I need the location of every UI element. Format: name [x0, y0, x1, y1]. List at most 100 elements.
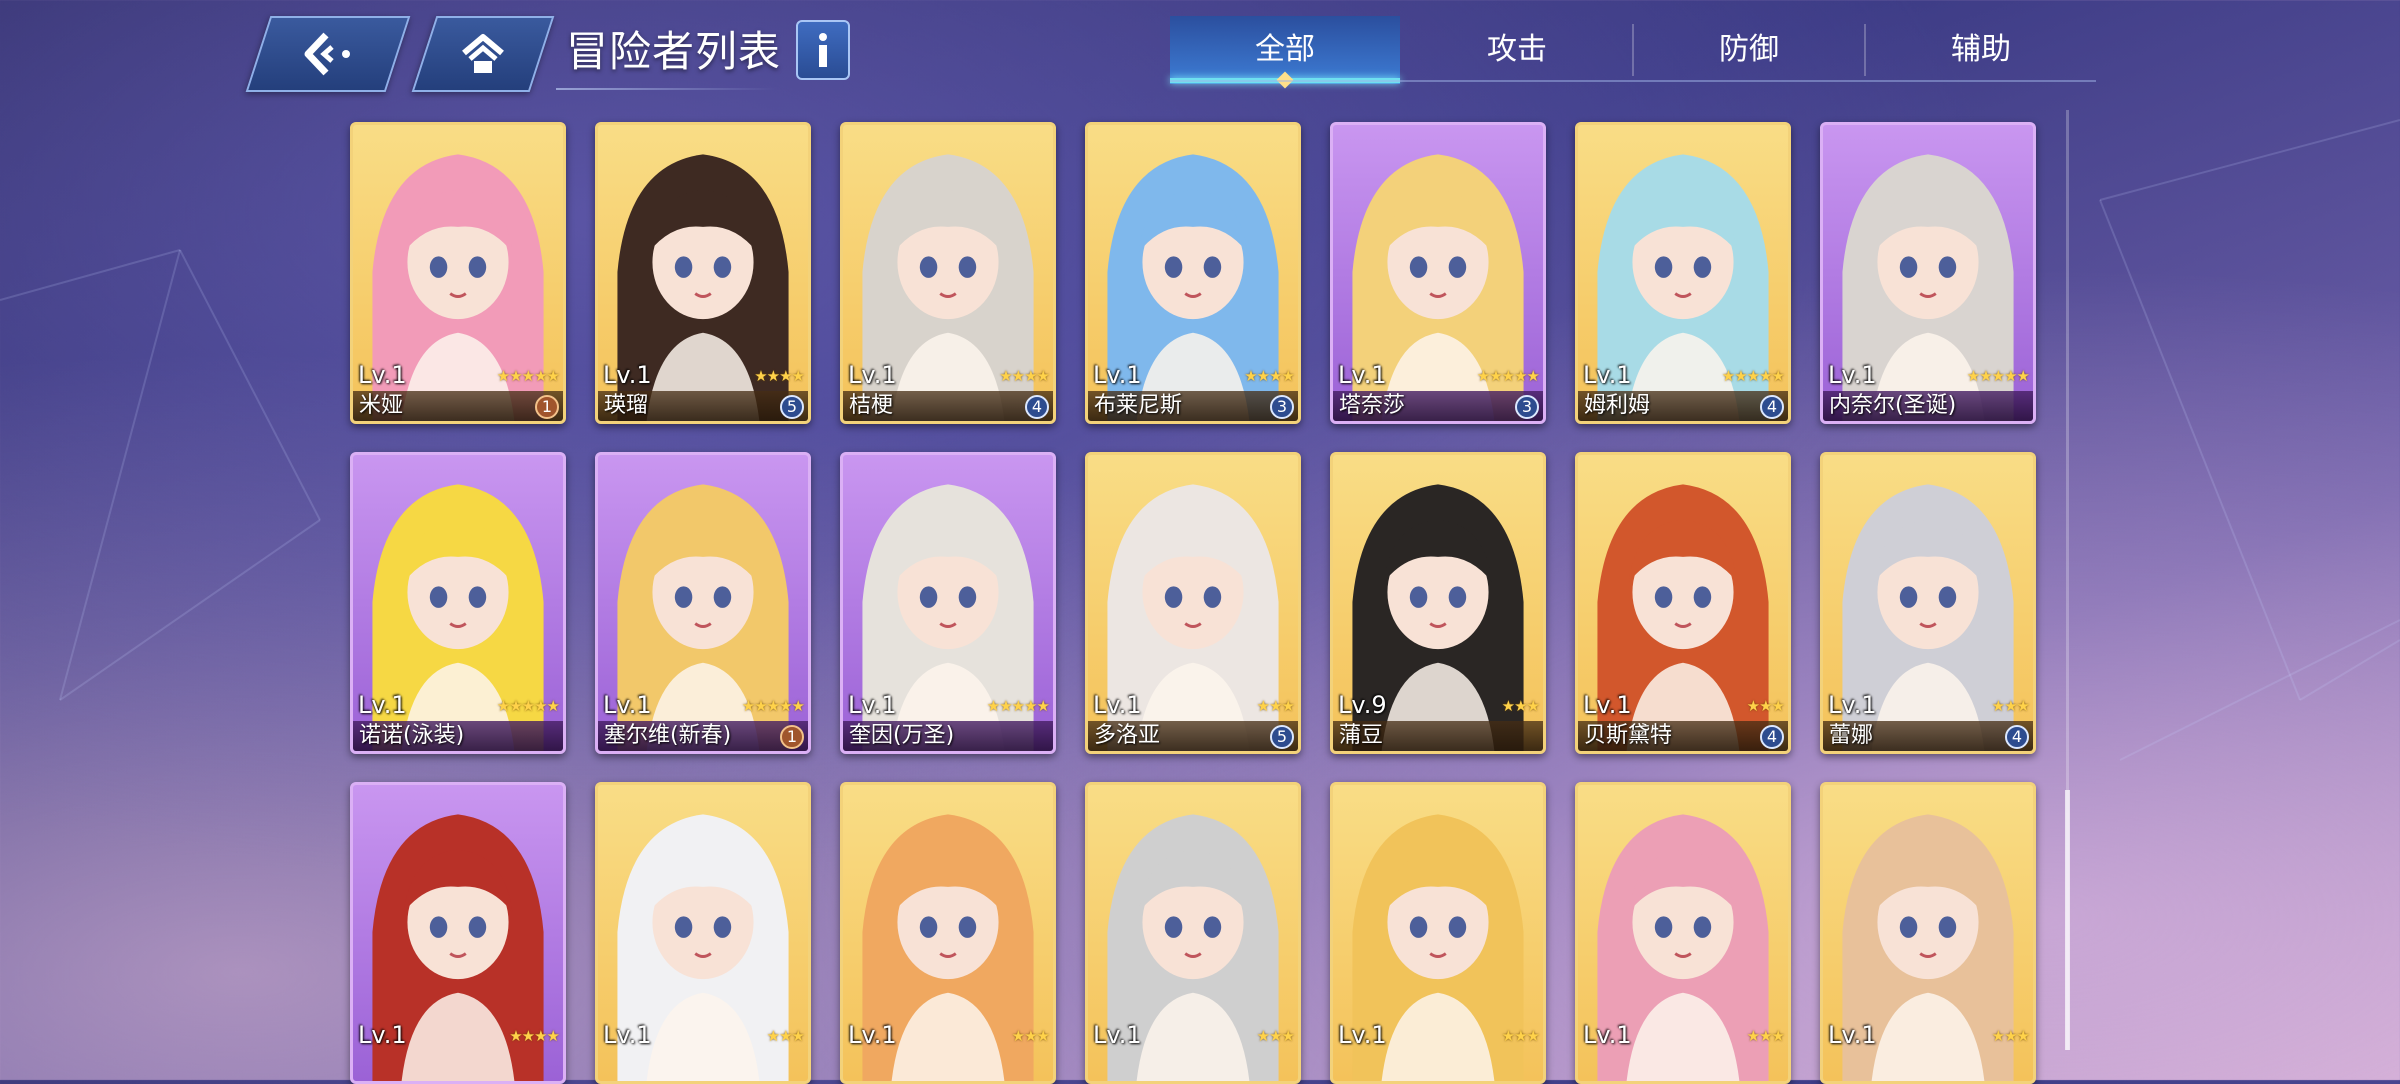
rank-badge: 4 — [1760, 395, 1784, 419]
adventurer-level: Lv.1 — [1828, 361, 1877, 389]
tabs-baseline — [1170, 80, 2096, 82]
scrollbar-thumb[interactable] — [2065, 790, 2070, 1050]
star-rating: ★★★★★ — [496, 697, 560, 715]
adventurer-card[interactable]: Lv.1 ★★★★★ 塔奈莎 3 — [1330, 122, 1546, 424]
rank-badge: 4 — [1760, 725, 1784, 749]
adventurer-level: Lv.1 — [1093, 1021, 1142, 1049]
tab-attack[interactable]: 攻击 — [1402, 16, 1632, 84]
adventurer-card[interactable]: Lv.1 ★★★★★ 塞尔维(新春) 1 — [595, 452, 811, 754]
star-rating: ★★★★★ — [986, 697, 1050, 715]
adventurer-card[interactable]: Lv.1 ★★★ — [1085, 782, 1301, 1084]
adventurer-level: Lv.1 — [848, 1021, 897, 1049]
rank-badge: 5 — [1270, 725, 1294, 749]
title-underline — [556, 88, 776, 90]
back-arrow-icon — [304, 32, 350, 76]
adventurer-level: Lv.1 — [603, 361, 652, 389]
adventurer-card[interactable]: Lv.1 ★★★★★ 内奈尔(圣诞) — [1820, 122, 2036, 424]
page-title: 冒险者列表 — [566, 27, 782, 76]
adventurer-card[interactable]: Lv.1 ★★★ — [840, 782, 1056, 1084]
adventurer-level: Lv.1 — [1583, 691, 1632, 719]
rank-badge: 4 — [2005, 725, 2029, 749]
adventurer-card[interactable]: Lv.1 ★★★★★ 诺诺(泳装) — [350, 452, 566, 754]
adventurer-card[interactable]: Lv.1 ★★★★★ 姆利姆 4 — [1575, 122, 1791, 424]
adventurer-card[interactable]: Lv.1 ★★★ 多洛亚 5 — [1085, 452, 1301, 754]
adventurer-level: Lv.1 — [603, 1021, 652, 1049]
adventurer-level: Lv.1 — [358, 1021, 407, 1049]
tab-all[interactable]: 全部 — [1170, 16, 1400, 89]
star-rating: ★★★★★ — [1721, 367, 1785, 385]
adventurer-grid: Lv.1 ★★★★★ 米娅 1 Lv.1 ★★★★ 瑛瑠 5 Lv.1 ★★★★ 桔梗 4 Lv.1 ★★… — [350, 122, 2040, 1084]
star-rating: ★★★★ — [1244, 367, 1295, 385]
star-rating: ★★★★★ — [1966, 367, 2030, 385]
star-rating: ★★★ — [1746, 697, 1785, 715]
star-rating: ★★★ — [1746, 1027, 1785, 1045]
adventurer-name: 米娅 — [359, 393, 404, 418]
star-rating: ★★★ — [1501, 1027, 1540, 1045]
adventurer-card[interactable]: Lv.1 ★★★ 蕾娜 4 — [1820, 452, 2036, 754]
adventurer-card[interactable]: Lv.1 ★★★★ 瑛瑠 5 — [595, 122, 811, 424]
star-rating: ★★★ — [1501, 697, 1540, 715]
rank-badge: 4 — [1025, 395, 1049, 419]
adventurer-name: 贝斯黛特 — [1584, 723, 1673, 748]
adventurer-card[interactable]: Lv.1 ★★★★ — [350, 782, 566, 1084]
star-rating: ★★★★ — [509, 1027, 560, 1045]
adventurer-level: Lv.1 — [1583, 1021, 1632, 1049]
adventurer-name: 蕾娜 — [1829, 723, 1874, 748]
rank-badge: 1 — [780, 725, 804, 749]
category-tabs: 全部 攻击 防御 辅助 — [1170, 16, 2096, 89]
rank-badge: 1 — [535, 395, 559, 419]
adventurer-level: Lv.1 — [1093, 361, 1142, 389]
adventurer-card[interactable]: Lv.1 ★★★★ 布莱尼斯 3 — [1085, 122, 1301, 424]
tab-label: 辅助 — [1951, 32, 2011, 67]
adventurer-card[interactable]: Lv.1 ★★★★★ 米娅 1 — [350, 122, 566, 424]
adventurer-level: Lv.1 — [603, 691, 652, 719]
tab-label: 防御 — [1719, 32, 1779, 67]
home-button[interactable] — [411, 16, 555, 92]
adventurer-name: 蒲豆 — [1339, 723, 1384, 748]
star-rating: ★★★★★ — [1476, 367, 1540, 385]
adventurer-card[interactable]: Lv.1 ★★★ — [595, 782, 811, 1084]
adventurer-card[interactable]: Lv.1 ★★★ — [1330, 782, 1546, 1084]
adventurer-name: 塔奈莎 — [1339, 393, 1406, 418]
home-icon — [462, 34, 504, 73]
star-rating: ★★★★ — [999, 367, 1050, 385]
star-rating: ★★★ — [1991, 1027, 2030, 1045]
adventurer-level: Lv.1 — [358, 691, 407, 719]
adventurer-card[interactable]: Lv.1 ★★★ — [1820, 782, 2036, 1084]
adventurer-name: 塞尔维(新春) — [604, 723, 732, 748]
adventurer-name: 布莱尼斯 — [1094, 393, 1183, 418]
tab-label: 全部 — [1255, 32, 1315, 67]
adventurer-level: Lv.1 — [1093, 691, 1142, 719]
adventurer-name: 奎因(万圣) — [849, 723, 955, 748]
adventurer-name: 诺诺(泳装) — [359, 723, 465, 748]
adventurer-card[interactable]: Lv.1 ★★★ — [1575, 782, 1791, 1084]
rank-badge: 5 — [780, 395, 804, 419]
tab-defense[interactable]: 防御 — [1634, 16, 1864, 84]
adventurer-card[interactable]: Lv.9 ★★★ 蒲豆 — [1330, 452, 1546, 754]
adventurer-level: Lv.1 — [848, 691, 897, 719]
tab-support[interactable]: 辅助 — [1866, 16, 2096, 84]
adventurer-name: 多洛亚 — [1094, 723, 1161, 748]
star-rating: ★★★★★ — [741, 697, 805, 715]
adventurer-level: Lv.1 — [1338, 1021, 1387, 1049]
info-button[interactable] — [796, 20, 850, 80]
star-rating: ★★★ — [1256, 697, 1295, 715]
adventurer-name: 瑛瑠 — [604, 393, 649, 418]
adventurer-level: Lv.1 — [1583, 361, 1632, 389]
adventurer-name: 内奈尔(圣诞) — [1829, 393, 1957, 418]
star-rating: ★★★ — [1011, 1027, 1050, 1045]
adventurer-level: Lv.1 — [848, 361, 897, 389]
adventurer-card[interactable]: Lv.1 ★★★★★ 奎因(万圣) — [840, 452, 1056, 754]
adventurer-level: Lv.9 — [1338, 691, 1387, 719]
adventurer-name: 桔梗 — [849, 393, 894, 418]
star-rating: ★★★★ — [754, 367, 805, 385]
star-rating: ★★★★★ — [496, 367, 560, 385]
adventurer-level: Lv.1 — [1828, 1021, 1877, 1049]
adventurer-card[interactable]: Lv.1 ★★★ 贝斯黛特 4 — [1575, 452, 1791, 754]
adventurer-card[interactable]: Lv.1 ★★★★ 桔梗 4 — [840, 122, 1056, 424]
back-button[interactable] — [245, 16, 411, 92]
tab-label: 攻击 — [1487, 32, 1547, 67]
adventurer-level: Lv.1 — [1828, 691, 1877, 719]
adventurer-level: Lv.1 — [1338, 361, 1387, 389]
star-rating: ★★★ — [1256, 1027, 1295, 1045]
